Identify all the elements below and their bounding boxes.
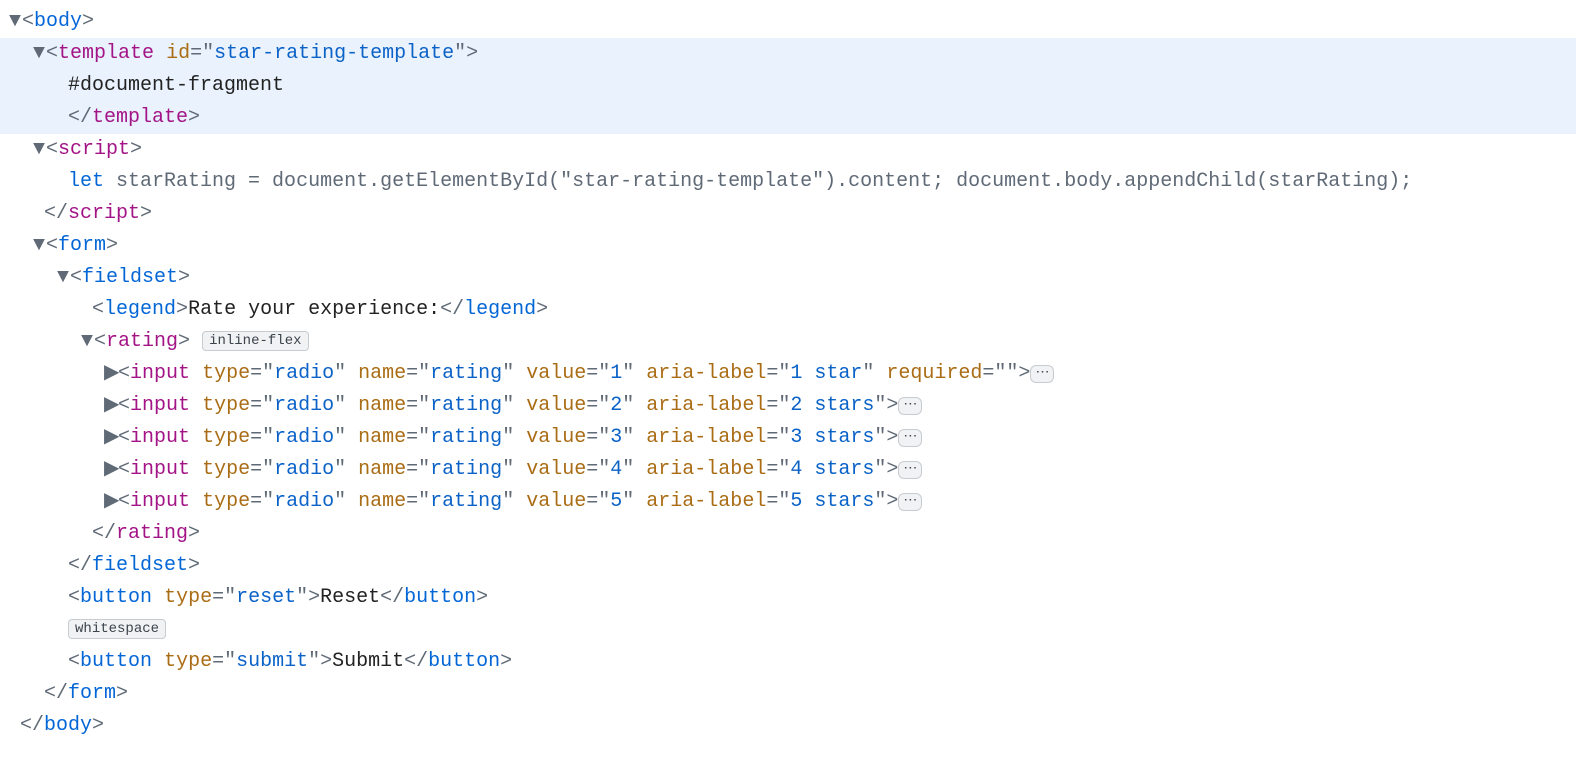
node-script-close[interactable]: </script> <box>0 198 1576 230</box>
chevron-down-icon[interactable]: ▼ <box>32 230 46 262</box>
node-body-close[interactable]: </body> <box>0 710 1576 742</box>
node-template-close[interactable]: </template> <box>0 102 1576 134</box>
chevron-right-icon[interactable]: ▶ <box>104 454 118 486</box>
ellipsis-button[interactable]: ⋯ <box>898 461 922 479</box>
node-template-open[interactable]: ▼<template id="star-rating-template"> <box>0 38 1576 70</box>
ellipsis-button[interactable]: ⋯ <box>898 429 922 447</box>
node-script-code[interactable]: let starRating = document.getElementById… <box>0 166 1576 198</box>
node-input-1[interactable]: ▶<input type="radio" name="rating" value… <box>0 358 1576 390</box>
node-fieldset-open[interactable]: ▼<fieldset> <box>0 262 1576 294</box>
chevron-down-icon[interactable]: ▼ <box>56 262 70 294</box>
node-body-open[interactable]: ▼<body> <box>0 6 1576 38</box>
node-fieldset-close[interactable]: </fieldset> <box>0 550 1576 582</box>
chevron-down-icon[interactable]: ▼ <box>8 6 22 38</box>
node-input-2[interactable]: ▶<input type="radio" name="rating" value… <box>0 390 1576 422</box>
chevron-down-icon[interactable]: ▼ <box>80 326 94 358</box>
ellipsis-button[interactable]: ⋯ <box>898 493 922 511</box>
chevron-right-icon[interactable]: ▶ <box>104 358 118 390</box>
chevron-right-icon[interactable]: ▶ <box>104 422 118 454</box>
node-form-open[interactable]: ▼<form> <box>0 230 1576 262</box>
node-legend[interactable]: <legend>Rate your experience:</legend> <box>0 294 1576 326</box>
dom-tree: ▼<body> ▼<template id="star-rating-templ… <box>0 0 1576 762</box>
chevron-right-icon[interactable]: ▶ <box>104 390 118 422</box>
chevron-down-icon[interactable]: ▼ <box>32 134 46 166</box>
node-input-3[interactable]: ▶<input type="radio" name="rating" value… <box>0 422 1576 454</box>
node-rating-open[interactable]: ▼<rating> inline-flex <box>0 326 1576 358</box>
chevron-down-icon[interactable]: ▼ <box>32 38 46 70</box>
node-form-close[interactable]: </form> <box>0 678 1576 710</box>
node-button-submit[interactable]: <button type="submit">Submit</button> <box>0 646 1576 678</box>
node-whitespace-pill[interactable]: whitespace <box>0 614 1576 646</box>
chevron-right-icon[interactable]: ▶ <box>104 486 118 518</box>
node-input-5[interactable]: ▶<input type="radio" name="rating" value… <box>0 486 1576 518</box>
node-button-reset[interactable]: <button type="reset">Reset</button> <box>0 582 1576 614</box>
node-input-4[interactable]: ▶<input type="radio" name="rating" value… <box>0 454 1576 486</box>
whitespace-pill: whitespace <box>68 619 166 639</box>
node-rating-close[interactable]: </rating> <box>0 518 1576 550</box>
ellipsis-button[interactable]: ⋯ <box>1030 365 1054 383</box>
node-document-fragment[interactable]: #document-fragment <box>0 70 1576 102</box>
node-script-open[interactable]: ▼<script> <box>0 134 1576 166</box>
display-pill: inline-flex <box>202 331 308 351</box>
ellipsis-button[interactable]: ⋯ <box>898 397 922 415</box>
